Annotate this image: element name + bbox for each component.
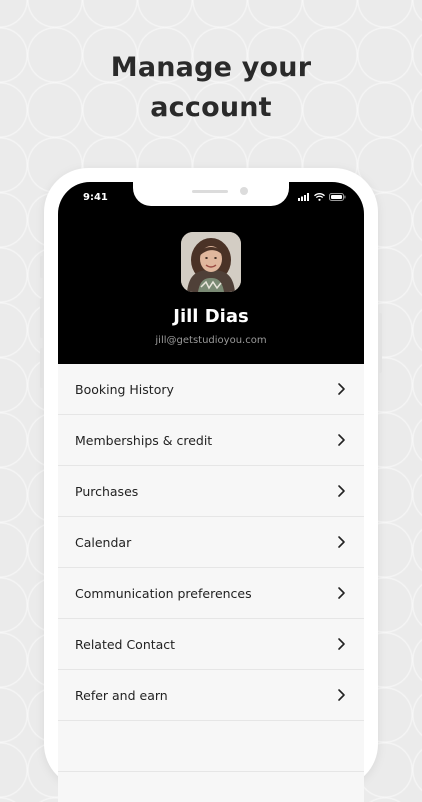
menu-item-label: Refer and earn (75, 687, 168, 703)
profile-photo (181, 232, 241, 292)
headline-line-1: Manage your (110, 52, 312, 83)
profile-name: Jill Dias (173, 306, 249, 327)
menu-item-purchases[interactable]: Purchases (58, 466, 364, 517)
profile-email: jill@getstudioyou.com (155, 335, 267, 346)
menu-item-related-contact[interactable]: Related Contact (58, 619, 364, 670)
speaker-grille (192, 190, 228, 193)
menu-item-communication-preferences[interactable]: Communication preferences (58, 568, 364, 619)
menu-item-label: Related Contact (75, 636, 176, 652)
menu-item-label: Calendar (75, 534, 132, 550)
phone-frame: 9:41 Jill Dias jill@getstudioyou.com Boo… (40, 168, 382, 802)
battery-icon (329, 193, 346, 201)
menu-item-label: Purchases (75, 483, 139, 499)
chevron-right-icon (338, 434, 345, 446)
chevron-right-icon (338, 587, 345, 599)
headline-line-2: account (150, 92, 272, 123)
menu-item-calendar[interactable]: Calendar (58, 517, 364, 568)
menu-item-label: Booking History (75, 381, 174, 397)
phone-power-button (378, 313, 382, 373)
camera-icon (240, 187, 248, 195)
phone-side-button (40, 256, 44, 278)
chevron-right-icon (338, 689, 345, 701)
phone-volume-up (40, 298, 44, 338)
account-menu: Booking History Memberships & credit Pur… (58, 364, 364, 772)
status-time: 9:41 (83, 192, 108, 203)
menu-item-refer-and-earn[interactable]: Refer and earn (58, 670, 364, 721)
avatar[interactable] (181, 232, 241, 292)
chevron-right-icon (338, 536, 345, 548)
menu-item-label: Memberships & credit (75, 432, 213, 448)
chevron-right-icon (338, 638, 345, 650)
status-icons (298, 193, 346, 201)
app-screen: 9:41 Jill Dias jill@getstudioyou.com Boo… (58, 182, 364, 802)
phone-notch (133, 182, 289, 206)
page-headline: Manage your account (0, 48, 422, 128)
chevron-right-icon (338, 383, 345, 395)
profile-header: 9:41 Jill Dias jill@getstudioyou.com (58, 182, 364, 364)
signal-icon (298, 193, 309, 201)
chevron-right-icon (338, 485, 345, 497)
phone-volume-down (40, 348, 44, 388)
wifi-icon (314, 193, 325, 201)
menu-item-memberships-credit[interactable]: Memberships & credit (58, 415, 364, 466)
menu-item-booking-history[interactable]: Booking History (58, 364, 364, 415)
menu-item-label: Communication preferences (75, 585, 252, 601)
menu-item-partial[interactable] (58, 721, 364, 772)
